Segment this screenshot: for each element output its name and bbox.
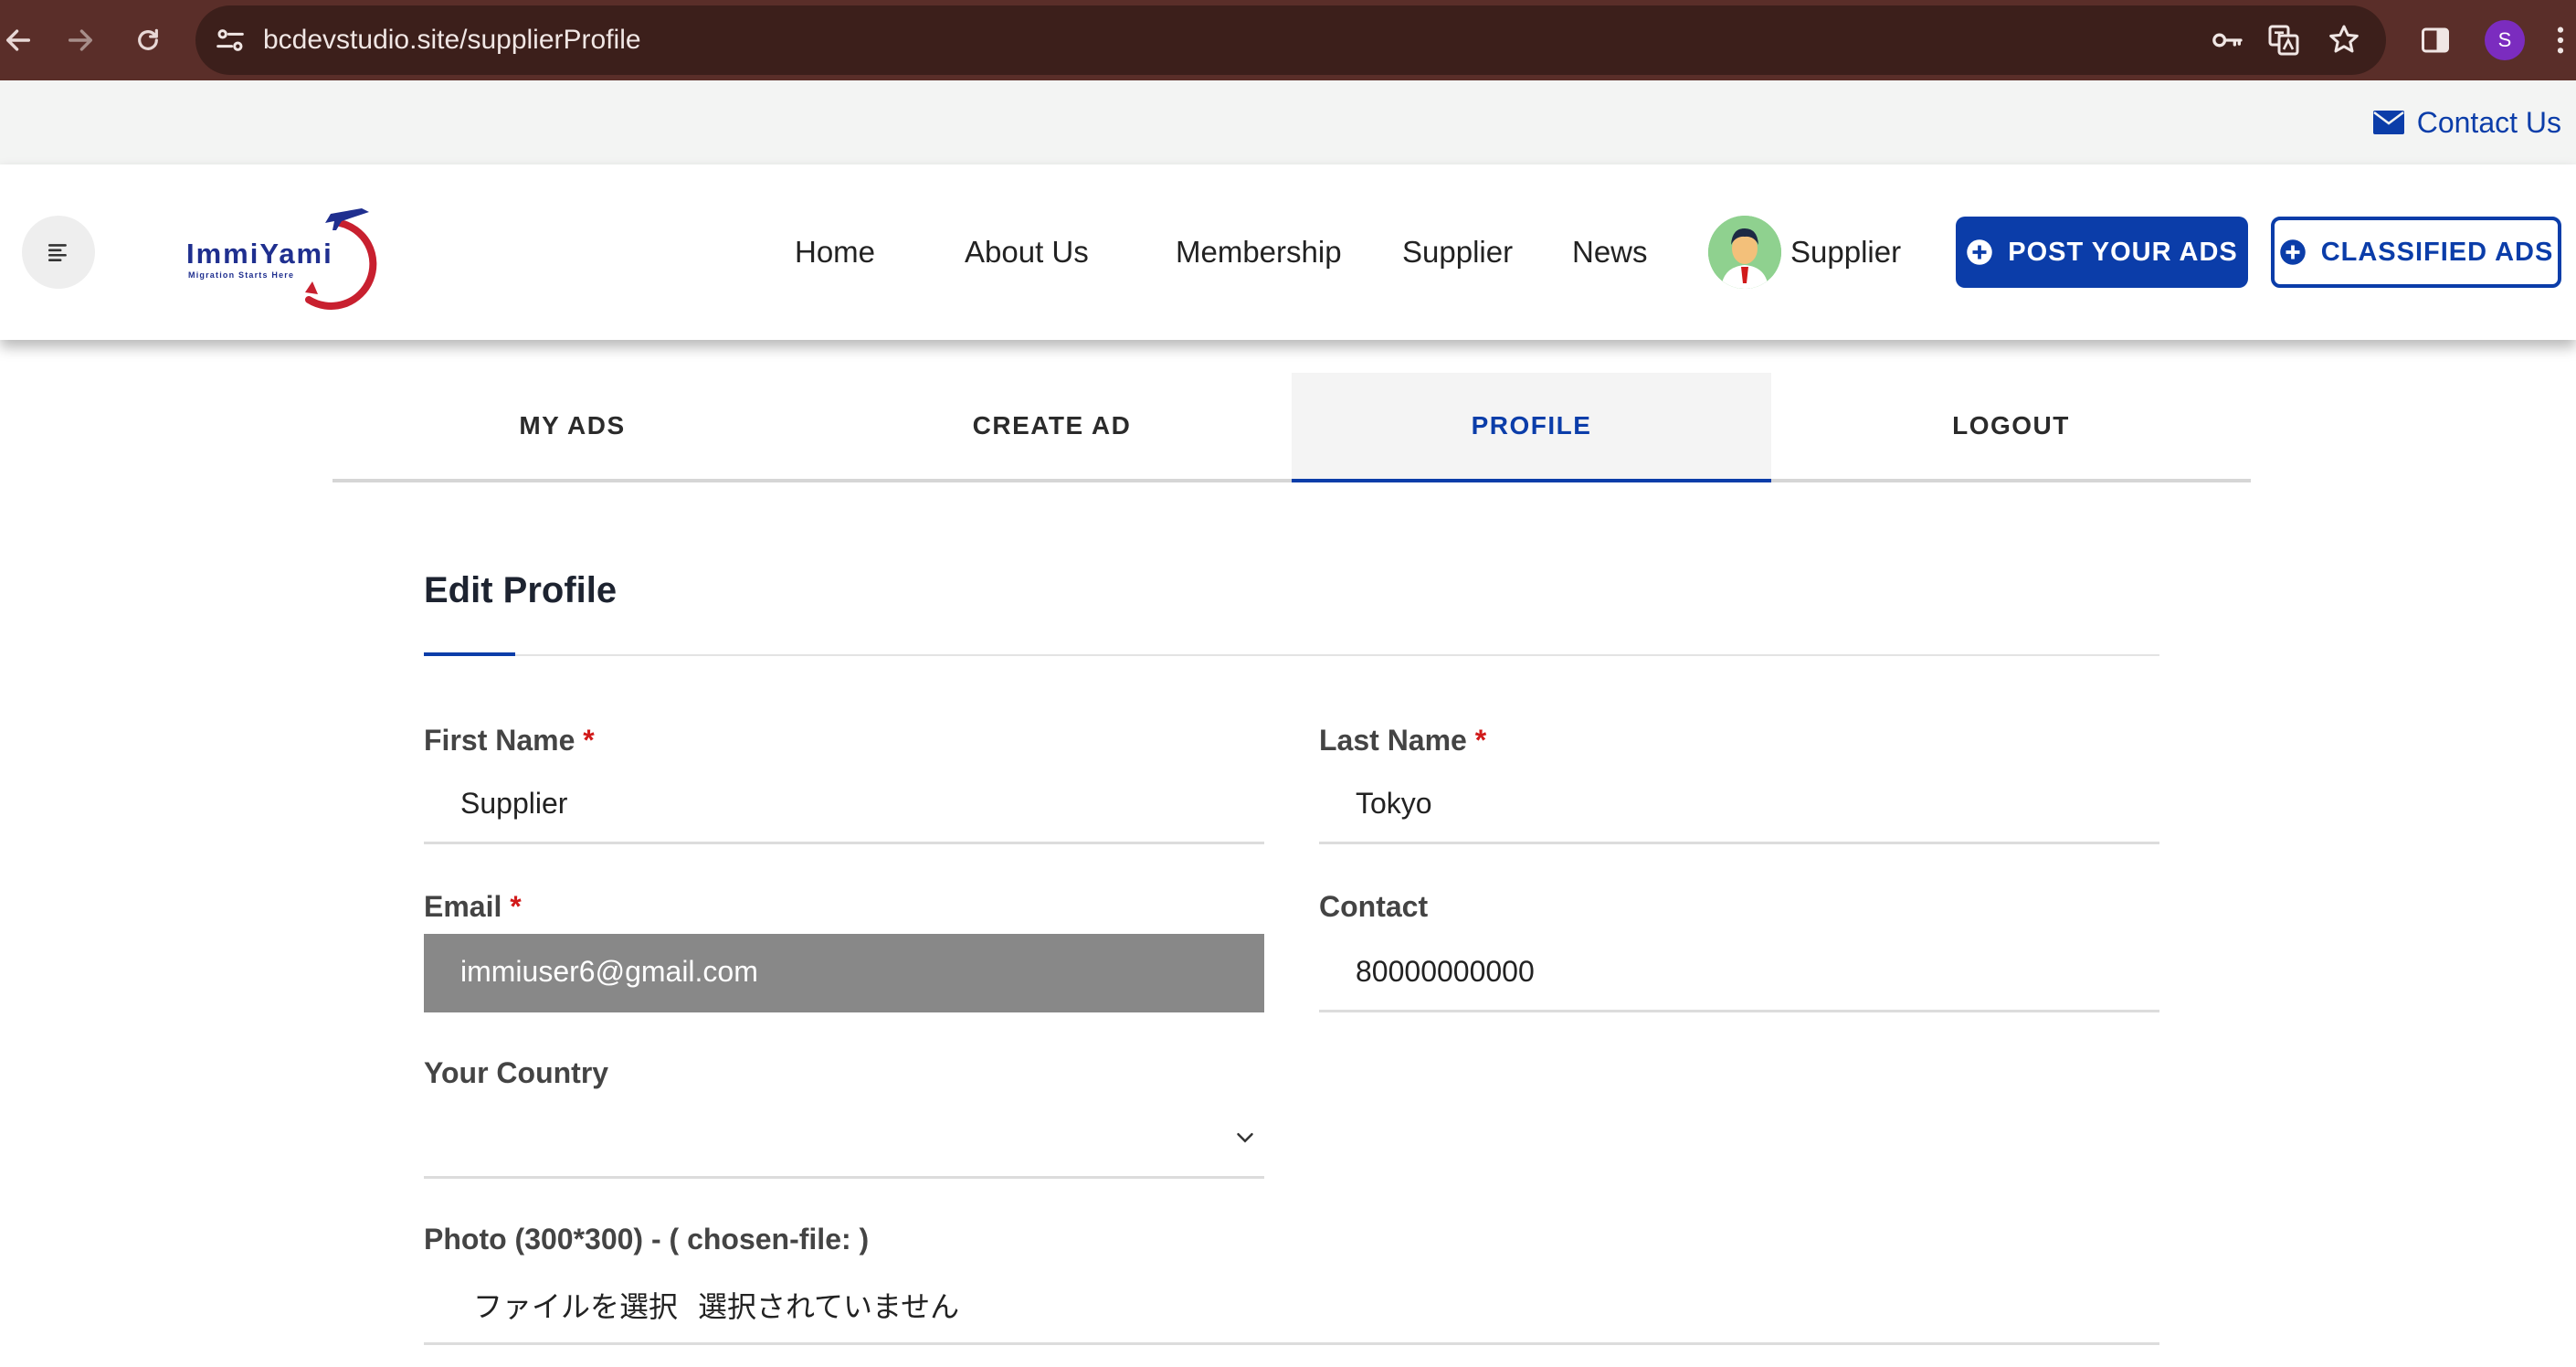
tab-profile[interactable]: PROFILE [1292,373,1771,482]
email-label: Email * [424,890,522,923]
top-strip: Contact Us [0,80,2576,164]
choose-file-button[interactable]: ファイルを選択 [473,1284,678,1326]
file-status-text: 選択されていません [698,1289,960,1323]
nav-news[interactable]: News [1572,164,1648,340]
password-key-icon[interactable] [2201,15,2253,66]
chevron-down-icon [1237,1133,1253,1143]
user-avatar[interactable] [1708,216,1781,289]
first-name-label: First Name * [424,724,595,757]
url-text[interactable]: bcdevstudio.site/supplierProfile [263,5,641,75]
browser-profile-avatar[interactable]: S [2485,20,2525,60]
bookmark-star-icon[interactable] [2318,15,2370,66]
menu-toggle-button[interactable] [22,216,95,289]
post-your-ads-button[interactable]: POST YOUR ADS [1956,217,2248,288]
required-mark: * [510,890,522,923]
tab-logout[interactable]: LOGOUT [1771,373,2251,479]
country-label: Your Country [424,1056,609,1089]
hamburger-icon [48,244,67,261]
browser-toolbar: bcdevstudio.site/supplierProfile S [0,0,2576,80]
nav-user-label[interactable]: Supplier [1790,164,1901,340]
address-bar[interactable]: bcdevstudio.site/supplierProfile [195,5,2386,75]
classified-ads-button[interactable]: CLASSIFIED ADS [2271,217,2561,288]
required-mark: * [583,724,595,757]
back-icon[interactable] [0,13,46,68]
tab-create-ad[interactable]: CREATE AD [812,373,1292,479]
site-header: ImmiYami Migration Starts Here Home Abou… [0,164,2576,340]
photo-label: Photo (300*300) - ( chosen-file: ) [424,1223,870,1256]
nav-home[interactable]: Home [795,164,875,340]
profile-tabs: MY ADS CREATE AD PROFILE LOGOUT [333,373,2251,482]
site-settings-icon[interactable] [212,22,248,58]
title-accent [424,652,515,656]
nav-about-us[interactable]: About Us [965,164,1089,340]
plus-circle-icon [2279,239,2306,265]
translate-icon[interactable] [2258,15,2309,66]
photo-file-input[interactable]: ファイルを選択 選択されていません [424,1266,2159,1345]
title-divider [424,654,2159,656]
side-panel-icon[interactable] [2410,15,2461,66]
logo-tagline: Migration Starts Here [188,270,294,280]
classified-ads-label: CLASSIFIED ADS [2320,237,2554,267]
forward-icon[interactable] [53,13,108,68]
nav-membership[interactable]: Membership [1176,164,1342,340]
required-mark: * [1474,724,1487,757]
contact-us-label[interactable]: Contact Us [2417,106,2561,140]
contact-us-link[interactable]: Contact Us [2372,80,2561,164]
post-your-ads-label: POST YOUR ADS [2008,237,2238,267]
site-logo[interactable]: ImmiYami Migration Starts Here [179,197,398,311]
plus-circle-icon [1967,239,1992,265]
last-name-field[interactable] [1319,766,2159,844]
email-field [424,934,1264,1012]
last-name-label: Last Name * [1319,724,1487,757]
tab-my-ads[interactable]: MY ADS [333,373,812,479]
menu-dots-icon[interactable] [2547,15,2574,66]
envelope-icon [2372,111,2404,134]
first-name-field[interactable] [424,766,1264,844]
form-title: Edit Profile [424,570,618,610]
nav-supplier[interactable]: Supplier [1402,164,1513,340]
contact-label: Contact [1319,890,1429,923]
logo-text: ImmiYami [186,238,333,270]
country-select[interactable] [424,1100,1264,1179]
contact-field[interactable] [1319,934,2159,1012]
reload-icon[interactable] [121,13,175,68]
